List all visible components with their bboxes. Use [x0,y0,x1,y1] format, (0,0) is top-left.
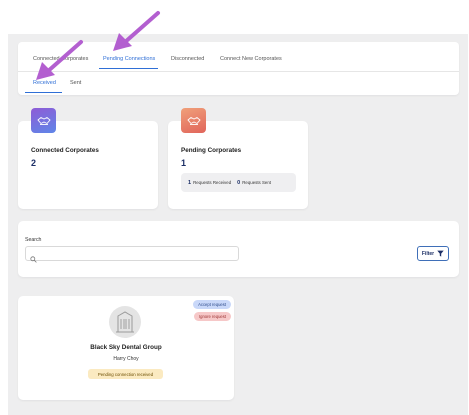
status-badge: Pending connection received [88,369,163,379]
search-label: Search [25,237,42,243]
search-panel: Search Filter [18,221,459,277]
connected-corporates-card: Connected Corporates 2 [18,108,158,209]
tabs-divider [18,71,459,72]
pending-corporates-title: Pending Corporates [181,147,242,154]
tab-pending-connections[interactable]: Pending Connections [103,56,155,62]
annotation-arrow-received-tab [36,40,83,80]
subtab-received-underline [25,92,62,93]
avatar [109,306,141,338]
pending-corporates-card: Pending Corporates 1 1 Requests Received… [168,108,308,209]
contact-name: Harry Choy [113,356,139,362]
tabs-panel [18,42,459,95]
search-input[interactable] [25,246,239,263]
connected-corporates-title: Connected Corporates [31,147,99,154]
tab-disconnected[interactable]: Disconnected [171,56,204,62]
requests-sent-label: Requests Sent [242,180,272,185]
ignore-request-button[interactable]: Ignore request [193,312,231,321]
handshake-icon [31,108,56,133]
annotation-arrow-pending-tab [113,11,160,51]
building-icon [116,311,134,333]
requests-received-count: 1 [188,179,192,186]
requests-received-label: Requests Received [193,180,232,185]
requests-sent-count: 0 [237,179,241,186]
filter-button-label: Filter [421,250,435,257]
handshake-icon [181,108,206,133]
filter-icon [437,250,444,257]
search-icon [30,250,37,268]
company-name: Black Sky Dental Group [90,344,162,351]
tab-connect-new-corporates[interactable]: Connect New Corporates [220,56,282,62]
connection-card: Accept request Ignore request Black Sky … [18,296,234,400]
accept-request-button[interactable]: Accept request [193,300,231,309]
tab-pending-underline [99,68,158,69]
connected-corporates-count: 2 [31,158,37,168]
filter-button[interactable]: Filter [417,246,449,261]
requests-summary: 1 Requests Received 0 Requests Sent [181,173,296,192]
pending-corporates-count: 1 [181,158,187,168]
